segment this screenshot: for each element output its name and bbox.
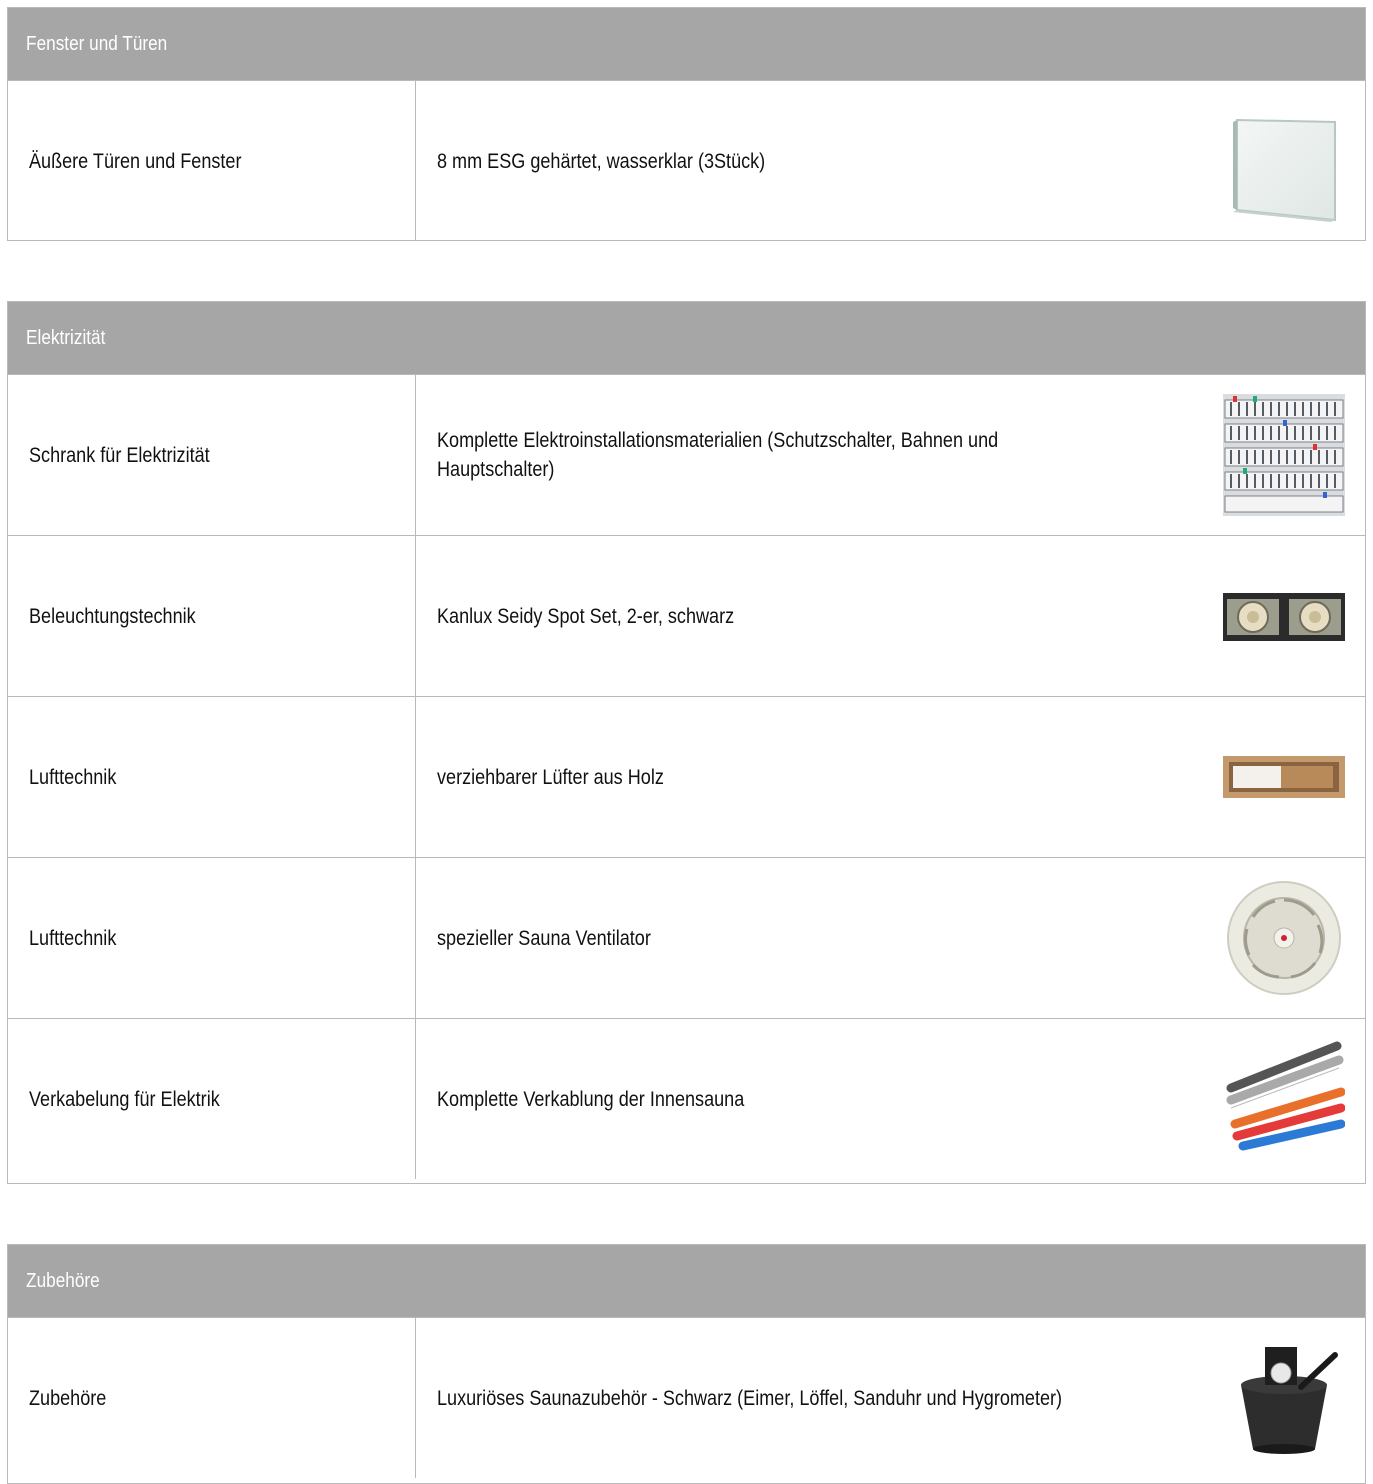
section-accessories: Zubehöre Zubehöre Luxuriöses Saunazubehö… [7,1244,1366,1484]
section-electricity: Elektrizität Schrank für Elektrizität Ko… [7,301,1366,1184]
item-desc-cell: Luxuriöses Saunazubehör - Schwarz (Eimer… [416,1318,1176,1478]
item-name: Lufttechnik [29,765,117,789]
section-title: Fenster und Türen [8,8,1176,80]
table-row: Zubehöre Luxuriöses Saunazubehör - Schwa… [8,1317,1365,1478]
item-description: verziehbarer Lüfter aus Holz [437,765,664,789]
breaker-panel-icon [1223,394,1345,516]
fan-icon [1227,881,1341,995]
item-name: Beleuchtungstechnik [29,604,196,628]
item-name: Zubehöre [29,1386,107,1410]
spotlight-set-icon [1223,593,1345,641]
section-title: Zubehöre [8,1245,1176,1317]
item-name: Äußere Türen und Fenster [29,149,242,173]
table-row: Lufttechnik verziehbarer Lüfter aus Holz [8,696,1365,857]
item-description: spezieller Sauna Ventilator [437,926,651,950]
section-header: Zubehöre [8,1245,1365,1317]
item-description: Komplette Elektroinstallationsmaterialie… [437,429,999,481]
table-row: Verkabelung für Elektrik Komplette Verka… [8,1018,1365,1179]
item-name-cell: Lufttechnik [8,858,416,1018]
item-desc-cell: Komplette Elektroinstallationsmaterialie… [416,375,1176,535]
item-description: 8 mm ESG gehärtet, wasserklar (3Stück) [437,149,766,173]
item-name: Schrank für Elektrizität [29,443,210,467]
item-desc-cell: verziehbarer Lüfter aus Holz [416,697,1176,857]
section-header: Elektrizität [8,302,1365,374]
item-name-cell: Schrank für Elektrizität [8,375,416,535]
item-desc-cell: Komplette Verkablung der Innensauna [416,1019,1176,1179]
sauna-bucket-icon [1241,1347,1338,1454]
item-desc-cell: 8 mm ESG gehärtet, wasserklar (3Stück) [416,81,1176,241]
table-row: Lufttechnik spezieller Sauna Ventilator [8,857,1365,1018]
glass-pane-icon [1233,118,1336,222]
item-name-cell: Zubehöre [8,1318,416,1478]
item-name: Lufttechnik [29,926,117,950]
table-row: Schrank für Elektrizität Komplette Elekt… [8,374,1365,535]
item-name-cell: Lufttechnik [8,697,416,857]
item-description: Kanlux Seidy Spot Set, 2-er, schwarz [437,604,735,628]
table-row: Äußere Türen und Fenster 8 mm ESG gehärt… [8,80,1365,241]
table-row: Beleuchtungstechnik Kanlux Seidy Spot Se… [8,535,1365,696]
cables-icon [1226,1041,1345,1151]
item-name-cell: Beleuchtungstechnik [8,536,416,696]
item-description: Luxuriöses Saunazubehör - Schwarz (Eimer… [437,1386,1063,1410]
section-windows-doors: Fenster und Türen Äußere Türen und Fenst… [7,7,1366,241]
item-description: Komplette Verkablung der Innensauna [437,1087,745,1111]
item-desc-cell: Kanlux Seidy Spot Set, 2-er, schwarz [416,536,1176,696]
item-desc-cell: spezieller Sauna Ventilator [416,858,1176,1018]
item-name-cell: Verkabelung für Elektrik [8,1019,416,1179]
wooden-vent-icon [1223,756,1345,798]
item-name-cell: Äußere Türen und Fenster [8,81,416,241]
section-title: Elektrizität [8,302,1176,374]
item-name: Verkabelung für Elektrik [29,1087,220,1111]
section-header: Fenster und Türen [8,8,1365,80]
